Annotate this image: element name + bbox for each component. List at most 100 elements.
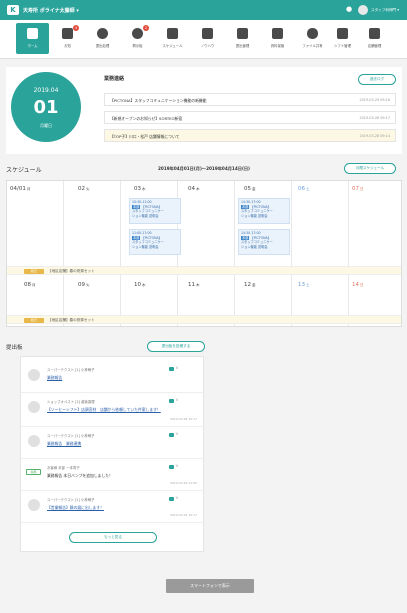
day-header[interactable]: 08月 xyxy=(24,282,36,288)
list-item[interactable]: スーパーテクスト [1] 小林萌子 業務報告 0 xyxy=(21,361,205,393)
nav-schedule[interactable]: スケジュール xyxy=(156,23,189,54)
notice-text[interactable]: 【TOP子】川口・松戸 店舗情報について xyxy=(110,134,179,140)
allday-text: 【地区店舗】春の祝祭セット xyxy=(48,318,95,322)
user-avatar[interactable] xyxy=(358,5,368,15)
day-number: 08 xyxy=(24,282,31,288)
message-icon xyxy=(169,497,174,501)
avatar xyxy=(28,401,40,413)
day-number: 14 xyxy=(352,282,359,288)
nav-file-share[interactable]: ファイル共有 xyxy=(296,23,329,54)
speech-icon xyxy=(132,28,143,39)
schedule-event[interactable]: 10:30-11:00 本部 【PICTONA】 スタッフコミュニケー ション機… xyxy=(129,198,181,224)
poster-name: スーパーテクスト [1] 小林萌子 xyxy=(47,498,95,502)
list-item[interactable]: スーパーテクスト [1] 小林萌子 【営業報告】静の展に出します！ 0 2019… xyxy=(21,491,205,523)
schedule-event[interactable]: 14:30-17:00 本部 【PICTONA】 スタッフコミュニケー ション機… xyxy=(238,229,290,255)
bell-icon[interactable]: ● xyxy=(346,5,354,14)
nav-shift[interactable]: シフト管理 xyxy=(326,23,359,54)
book-icon xyxy=(202,28,213,39)
more-submissions-button[interactable]: もっと見る xyxy=(69,532,157,543)
schedule-title: スケジュール xyxy=(6,167,42,174)
submission-text[interactable]: 業務報告 本日バンプを追加しました！ xyxy=(47,473,113,479)
event-title: 【PICTONA】 xyxy=(250,235,271,240)
comment-count: 0 xyxy=(176,366,179,370)
day-header[interactable]: 11木 xyxy=(188,282,200,288)
event-tag: 本部 xyxy=(241,235,250,240)
schedule-event[interactable]: 14:30-17:00 本部 【PICTONA】 スタッフコミュニケー ション機… xyxy=(238,198,290,224)
nav-stores[interactable]: 店舗管理 xyxy=(358,23,391,54)
submission-link[interactable]: 業務報告 xyxy=(47,375,62,381)
weekday-label: 月 xyxy=(26,187,31,191)
nav-knowhow[interactable]: ノウハウ xyxy=(191,23,224,54)
comment-count: 0 xyxy=(176,432,179,436)
allday-tag: 終日 xyxy=(24,318,44,323)
allday-event-row[interactable]: 終日 【地区店舗】春の祝祭セット xyxy=(7,266,401,275)
store-selector[interactable]: 天寿所 ポライナ太藤師 ▾ xyxy=(23,7,79,14)
weekday-label: 水 xyxy=(142,283,146,287)
day-header[interactable]: 06土 xyxy=(298,186,310,192)
nav-notices[interactable]: 3 お知 xyxy=(51,23,84,54)
schedule-event[interactable]: 11:00-17:00 本部 【PICTONA】 スタッフコミュニケー ション機… xyxy=(129,229,181,255)
day-number: 03 xyxy=(134,186,141,192)
day-header[interactable]: 04木 xyxy=(188,186,200,192)
notice-text[interactable]: 【新規オープンのお知らせ】SORTEO新宿 xyxy=(110,116,182,122)
nav-label: 提出管理 xyxy=(235,44,250,48)
nav-home[interactable]: ホーム xyxy=(16,23,49,54)
allday-text: 【地区店舗】春の祝祭セット xyxy=(48,269,95,273)
nav-label: ホーム xyxy=(27,44,38,48)
nav-label: ノウハウ xyxy=(200,44,215,48)
notice-row[interactable]: 【PICTONA】スタッフコミュニケーション機能の新機能 2019-03-29 … xyxy=(104,93,396,106)
logo-icon[interactable]: K xyxy=(7,5,19,15)
smartphone-view-button[interactable]: スマートフォンで表示 xyxy=(166,579,254,593)
nav-label: スケジュール xyxy=(162,44,183,48)
top-bar: K 天寿所 ポライナ太藤師 ▾ ● スタッフ利伸門 ▾ xyxy=(0,0,407,20)
monthly-schedule-button[interactable]: 月間スケジュール xyxy=(344,163,396,174)
list-item[interactable]: 本部 お客様 本部 一本寿子 業務報告 本日バンプを追加しました！ 0 2019… xyxy=(21,459,205,491)
message-icon xyxy=(169,367,174,371)
weekday-label: 土 xyxy=(306,187,310,191)
day-header[interactable]: 10水 xyxy=(134,282,146,288)
list-item[interactable]: スーパーテクスト [1] 小林萌子 業務報告 業務連携 0 xyxy=(21,427,205,459)
submission-link[interactable]: 【ソーヒーシフト】店頭宣材 店舗から依頼していた件案します！ xyxy=(47,407,187,413)
day-header[interactable]: 04/01月 xyxy=(10,186,30,192)
day-number: 04/01 xyxy=(10,186,26,192)
weekday-label: 土 xyxy=(306,283,310,287)
download-icon xyxy=(62,28,73,39)
submission-date: 2019-03-26 10:17 xyxy=(169,513,197,517)
weekday-label: 木 xyxy=(196,187,200,191)
column-divider xyxy=(348,181,349,326)
notices-log-button[interactable]: 過去ログ xyxy=(358,74,396,85)
allday-tag: 終日 xyxy=(24,269,44,274)
nav-label: シフト管理 xyxy=(334,44,351,48)
column-divider xyxy=(63,181,64,326)
day-header[interactable]: 07日 xyxy=(352,186,364,192)
nav-documents[interactable]: 資料保管 xyxy=(261,23,294,54)
day-header[interactable]: 12金 xyxy=(244,282,256,288)
list-item[interactable]: ショップオペスト [2] 越後香理 【ソーヒーシフト】店頭宣材 店舗から依頼して… xyxy=(21,393,205,427)
nav-label: ファイル共有 xyxy=(302,44,323,48)
user-menu[interactable]: スタッフ利伸門 ▾ xyxy=(371,8,399,13)
nav-board[interactable]: 2 掲示板 xyxy=(121,23,154,54)
notice-row[interactable]: 【TOP子】川口・松戸 店舗情報について 2019-03-28 09:14 xyxy=(104,129,396,142)
day-number: 10 xyxy=(134,282,141,288)
day-header[interactable]: 02火 xyxy=(78,186,90,192)
allday-event-row[interactable]: 終日 【地区店舗】春の祝祭セット xyxy=(7,315,401,324)
day-header[interactable]: 03水 xyxy=(134,186,146,192)
schedule-calendar xyxy=(6,180,402,327)
notice-text[interactable]: 【PICTONA】スタッフコミュニケーション機能の新機能 xyxy=(110,98,206,104)
submission-link[interactable]: 【営業報告】静の展に出します！ xyxy=(47,505,104,511)
submission-link[interactable]: 業務報告 業務連携 xyxy=(47,441,81,447)
nav-submissions[interactable]: 提出処理 xyxy=(86,23,119,54)
day-header[interactable]: 05金 xyxy=(244,186,256,192)
notice-row[interactable]: 【新規オープンのお知らせ】SORTEO新宿 2019-03-28 09:17 xyxy=(104,111,396,124)
event-sub: ション機能 説明会 xyxy=(241,213,268,218)
date-weekday: 月曜日 xyxy=(40,123,52,128)
day-header[interactable]: 13土 xyxy=(298,282,310,288)
day-header[interactable]: 09火 xyxy=(78,282,90,288)
weekday-label: 金 xyxy=(252,187,256,191)
main-nav: ホーム 3 お知 提出処理 2 掲示板 スケジュール ノウハウ 提出管理 資料保… xyxy=(0,20,407,59)
nav-submit-manage[interactable]: 提出管理 xyxy=(226,23,259,54)
nav-label: 提出処理 xyxy=(95,44,110,48)
new-submission-button[interactable]: 提出板を投稿する xyxy=(147,341,205,352)
department-tag: 本部 xyxy=(26,469,41,475)
day-header[interactable]: 14日 xyxy=(352,282,364,288)
